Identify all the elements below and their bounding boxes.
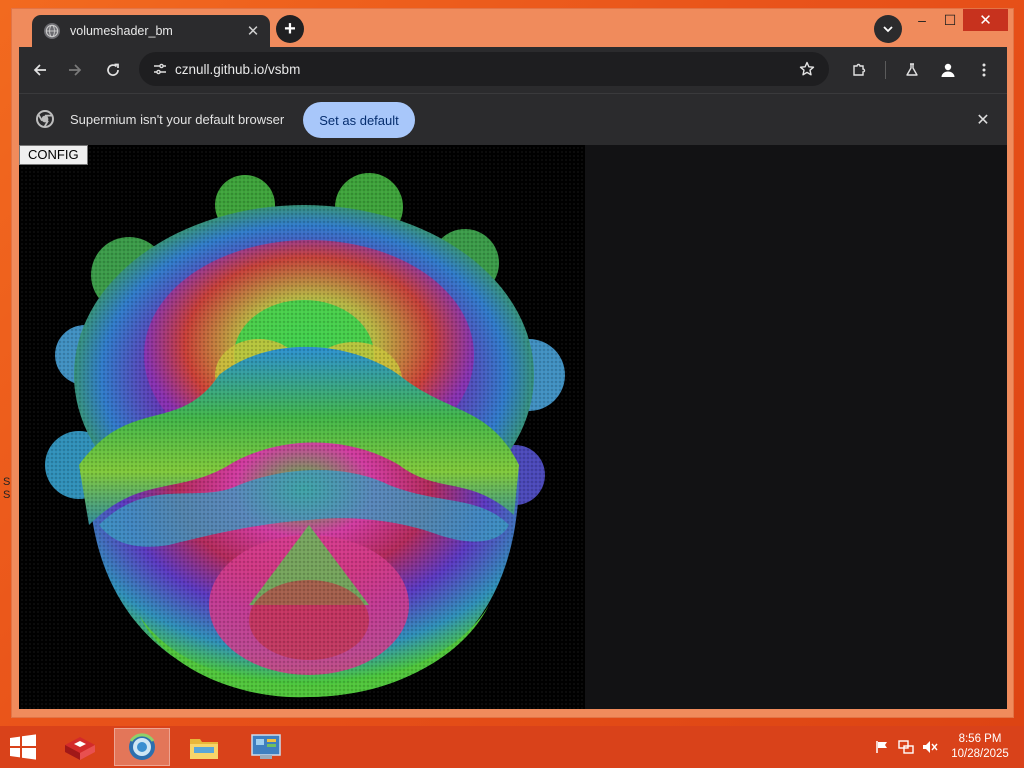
star-icon [799,61,815,76]
arrow-left-icon [33,64,46,76]
back-button[interactable] [26,56,54,84]
toolbar-separator [885,61,886,79]
extensions-button[interactable] [845,56,873,84]
new-tab-button[interactable]: + [276,15,304,43]
browser-window: volumeshader_bm ✕ + ‒ ☐ ✕ cznull.github.… [11,8,1014,718]
minimize-button[interactable]: ‒ [910,9,934,31]
tab-title: volumeshader_bm [70,24,173,38]
person-icon [941,63,955,77]
desktop-edge-letter: S [3,489,11,501]
flask-icon [906,63,918,76]
taskbar-app-file-explorer[interactable] [176,728,232,766]
menu-button[interactable] [970,56,998,84]
window-close-button[interactable]: ✕ [963,9,1008,31]
page-content: CONFIG [19,145,1007,709]
taskbar-app-red-box[interactable] [52,728,108,766]
tab-close-button[interactable]: ✕ [242,20,264,42]
clock-date: 10/28/2025 [951,748,1009,760]
kebab-menu-icon [982,63,986,77]
action-center-flag-icon[interactable] [874,738,890,756]
taskbar: 8:56 PM 10/28/2025 [0,726,1024,768]
windows-logo-icon [10,734,36,760]
browser-icon [129,733,155,760]
desktop-edge-letter: S [3,476,11,488]
infobar-close-button[interactable]: ✕ [971,108,995,132]
clock-time: 8:56 PM [958,733,1002,745]
reload-button[interactable] [99,56,127,84]
tab-search-button[interactable] [874,15,902,43]
reload-icon [107,63,119,76]
mandelbulb-fractal-image [19,145,585,709]
chrome-logo-icon [35,109,55,129]
puzzle-icon [853,63,866,76]
fractal-render-canvas[interactable] [19,145,585,709]
app-box-icon [65,737,95,760]
labs-button[interactable] [898,56,926,84]
arrow-right-icon [69,64,82,76]
site-info-icon[interactable] [145,61,175,77]
infobar-message: Supermium isn't your default browser [70,112,285,127]
network-icon[interactable] [898,738,914,756]
profile-button[interactable] [934,56,962,84]
maximize-button[interactable]: ☐ [938,9,962,31]
default-browser-infobar: Supermium isn't your default browser Set… [19,93,1007,145]
forward-button[interactable] [61,56,89,84]
volume-muted-icon[interactable] [922,738,938,756]
bookmark-star-button[interactable] [793,55,821,83]
title-bar[interactable]: volumeshader_bm ✕ + ‒ ☐ ✕ [12,9,1013,47]
desktop-edge-text: S S [3,476,10,502]
start-button[interactable] [6,732,40,762]
tab-volumeshader[interactable]: volumeshader_bm ✕ [32,15,270,47]
chevron-down-icon [883,26,893,33]
url-text[interactable]: cznull.github.io/vsbm [175,62,793,77]
system-clock[interactable]: 8:56 PM 10/28/2025 [944,732,1016,762]
folder-icon [190,739,218,759]
taskbar-app-browser[interactable] [114,728,170,766]
globe-icon [44,23,60,39]
browser-toolbar: cznull.github.io/vsbm [19,47,1007,93]
address-bar[interactable]: cznull.github.io/vsbm [139,52,829,86]
config-button[interactable]: CONFIG [19,145,88,165]
taskbar-app-control-panel[interactable] [238,728,294,766]
set-as-default-button[interactable]: Set as default [303,102,415,138]
control-panel-icon [251,734,281,759]
